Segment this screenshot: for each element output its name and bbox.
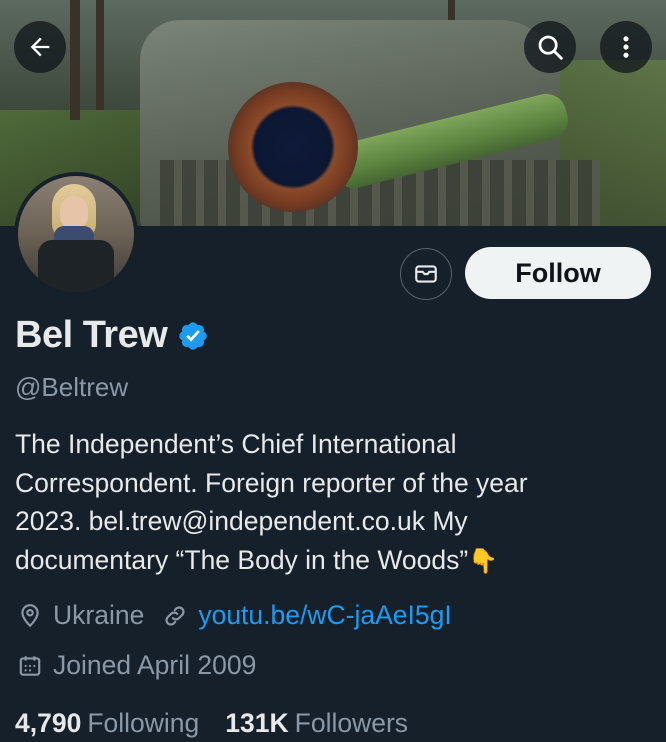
- message-button[interactable]: [400, 248, 452, 300]
- search-button[interactable]: [524, 21, 576, 73]
- bio-line: 2023. bel.trew@independent.co.uk My: [15, 502, 655, 541]
- bio-line: documentary “The Body in the Woods”👇: [15, 541, 655, 581]
- verified-badge-icon[interactable]: [177, 320, 209, 352]
- back-button[interactable]: [14, 21, 66, 73]
- arrow-left-icon: [30, 37, 50, 57]
- follow-button[interactable]: Follow: [465, 247, 651, 299]
- profile-name-row: Bel Trew: [15, 314, 209, 357]
- avatar-vest: [38, 240, 114, 292]
- link-icon: [165, 605, 185, 626]
- calendar-icon: [19, 655, 41, 676]
- avatar-face: [60, 196, 88, 230]
- profile-joined-date: Joined April 2009: [53, 650, 257, 680]
- bio-line-text: 2023. bel.trew@independent.co.uk My: [15, 506, 468, 536]
- following-count: 4,790: [15, 708, 82, 738]
- followers-count-link[interactable]: 131K Followers: [225, 708, 408, 739]
- more-button[interactable]: [600, 21, 652, 73]
- profile-meta-location: Ukraine youtu.be/wC-jaAeI5gI: [17, 600, 452, 631]
- banner-tank-muzzle: [228, 82, 358, 212]
- profile-name: Bel Trew: [15, 314, 168, 356]
- avatar-image: [18, 176, 134, 292]
- profile-meta-joined: Joined April 2009: [17, 650, 256, 681]
- profile-counts: 4,790 Following 131K Followers: [15, 708, 408, 739]
- envelope-icon: [415, 265, 437, 283]
- location-pin-icon: [21, 603, 39, 627]
- following-label: Following: [87, 708, 200, 738]
- bio-line-text: documentary “The Body in the Woods”: [15, 544, 469, 575]
- profile-website-link[interactable]: youtu.be/wC-jaAeI5gI: [198, 600, 451, 631]
- profile-bio: The Independent’s Chief International Co…: [15, 425, 655, 580]
- more-vertical-icon: [623, 36, 629, 58]
- following-count-link[interactable]: 4,790 Following: [15, 708, 199, 739]
- profile-location: Ukraine: [53, 600, 145, 630]
- followers-label: Followers: [294, 708, 409, 738]
- pointing-down-emoji: 👇: [468, 546, 499, 575]
- search-icon: [538, 35, 563, 60]
- profile-handle: @Beltrew: [15, 372, 129, 402]
- bio-line: Correspondent. Foreign reporter of the y…: [15, 467, 528, 498]
- profile-avatar[interactable]: [14, 172, 138, 296]
- followers-count: 131K: [225, 708, 289, 738]
- banner-tree: [70, 0, 80, 120]
- bio-line: The Independent’s Chief International: [15, 429, 457, 459]
- banner-tree: [96, 0, 104, 110]
